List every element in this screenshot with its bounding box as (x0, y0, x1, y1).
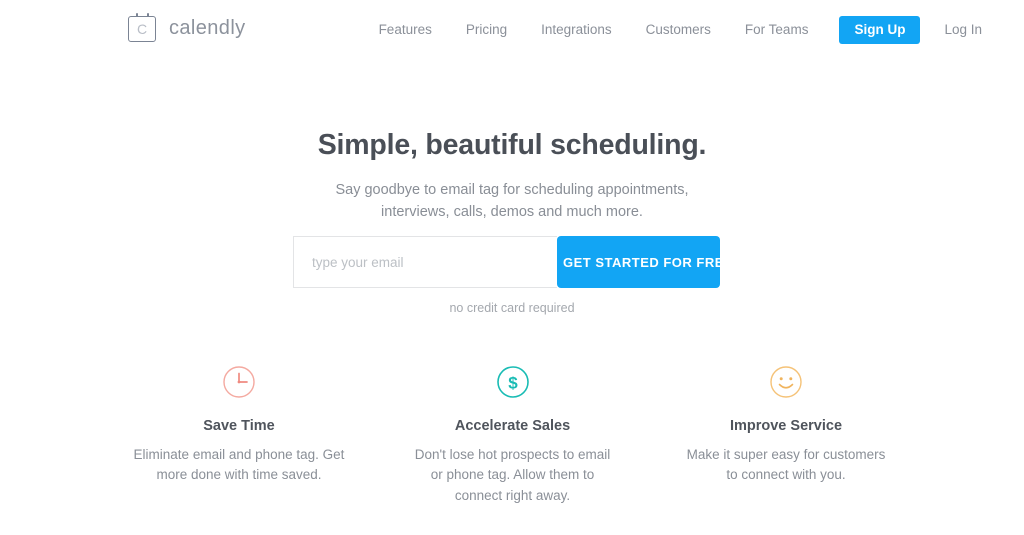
log-in-link[interactable]: Log In (932, 0, 982, 60)
nav-item-integrations[interactable]: Integrations (524, 0, 629, 60)
nav-item-pricing[interactable]: Pricing (449, 0, 524, 60)
nav-item-customers[interactable]: Customers (629, 0, 728, 60)
features-section: Save Time Eliminate email and phone tag.… (110, 360, 915, 506)
calendar-letter: C (136, 21, 148, 37)
feature-save-time: Save Time Eliminate email and phone tag.… (110, 360, 368, 506)
feature-accelerate-sales: $ Accelerate Sales Don't lose hot prospe… (384, 360, 642, 506)
feature-description: Don't lose hot prospects to email or pho… (414, 447, 611, 503)
brand-logo-link[interactable]: C calendly (128, 13, 246, 43)
nav-item-for-teams[interactable]: For Teams (728, 0, 826, 60)
feature-title: Save Time (203, 418, 275, 434)
email-input[interactable] (293, 236, 557, 288)
nav-item-features[interactable]: Features (362, 0, 449, 60)
landing-page: C calendly Features Pricing Integrations… (0, 0, 1024, 535)
feature-description: Make it super easy for customers to conn… (686, 447, 886, 483)
hero-subtitle: Say goodbye to email tag for scheduling … (335, 181, 689, 221)
site-header: C calendly Features Pricing Integrations… (0, 0, 1024, 60)
clock-icon (110, 360, 368, 404)
feature-title: Accelerate Sales (454, 418, 571, 434)
brand-name: calendly (169, 16, 246, 39)
calendar-icon: C (128, 13, 158, 43)
feature-title: Improve Service (729, 418, 843, 434)
smiley-face-icon (657, 360, 915, 404)
no-credit-card-note: no credit card required (449, 301, 575, 315)
feature-improve-service: Improve Service Make it super easy for c… (657, 360, 915, 506)
svg-text:$: $ (508, 374, 518, 393)
signup-form: GET STARTED FOR FREE (293, 236, 733, 288)
sign-up-button[interactable]: Sign Up (839, 16, 921, 44)
page-title: Simple, beautiful scheduling. (317, 129, 707, 161)
main-navigation: Features Pricing Integrations Customers … (362, 0, 982, 60)
hero-section: Simple, beautiful scheduling. Say goodby… (0, 128, 1024, 224)
feature-description: Eliminate email and phone tag. Get more … (133, 447, 345, 483)
get-started-button[interactable]: GET STARTED FOR FREE (557, 236, 733, 288)
dollar-circle-icon: $ (384, 360, 642, 404)
